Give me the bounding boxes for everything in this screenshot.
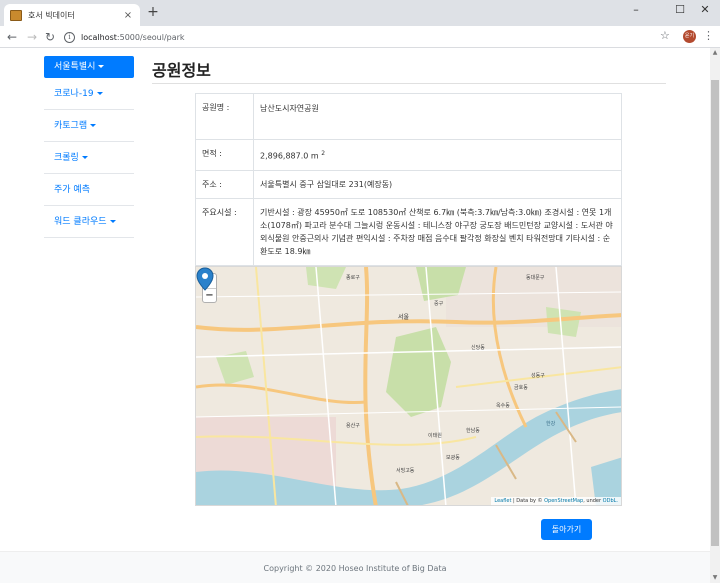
map-label: 서울 — [398, 313, 410, 321]
map-label: 중구 — [434, 301, 444, 307]
page-viewport: 서울특별시 코로나-19 카토그램 크롤링 주가 예측 워드 클라우드 공원정보… — [0, 48, 710, 583]
browser-menu-icon[interactable]: ⋮ — [703, 29, 714, 42]
sidebar-item-word-cloud[interactable]: 워드 클라우드 — [44, 206, 134, 238]
profile-avatar[interactable]: 윤기 — [683, 30, 696, 43]
sidebar-item-label: 주가 예측 — [54, 185, 90, 195]
back-arrow-icon[interactable]: ← — [4, 29, 20, 45]
caret-down-icon — [98, 65, 105, 68]
url-text[interactable]: localhost:5000/seoul/park — [81, 33, 185, 42]
address-value: 서울특별시 중구 삼일대로 231(예장동) — [253, 169, 622, 199]
scroll-thumb[interactable] — [711, 80, 719, 546]
new-tab-button[interactable]: + — [146, 5, 160, 19]
table-row: 주요시설 : 기반시설 : 광장 45950㎡ 도로 108530㎡ 산책로 6… — [195, 197, 622, 266]
sidebar-item-label: 코로나-19 — [54, 89, 94, 99]
browser-tab-strip: 호서 빅데이터 × + – ☐ ✕ — [0, 0, 720, 26]
site-info-icon[interactable]: i — [64, 31, 75, 43]
caret-down-icon — [81, 156, 88, 159]
back-button[interactable]: 돌아가기 — [541, 519, 592, 540]
facilities-value: 기반시설 : 광장 45950㎡ 도로 108530㎡ 산책로 6.7㎞ (북측… — [253, 197, 622, 266]
sidebar-item-crawling[interactable]: 크롤링 — [44, 142, 134, 174]
map-label: 한강 — [546, 420, 556, 427]
reload-icon[interactable]: ↻ — [42, 29, 58, 45]
sidebar-item-stock-prediction[interactable]: 주가 예측 — [44, 174, 134, 206]
map-label: 신당동 — [471, 344, 485, 351]
odbl-link[interactable]: ODbL. — [603, 498, 618, 504]
caret-down-icon — [109, 220, 116, 223]
osm-link[interactable]: OpenStreetMap — [544, 498, 583, 504]
map-label: 이태원 — [428, 432, 442, 439]
map-pin-icon[interactable] — [196, 267, 214, 291]
tab-close-icon[interactable]: × — [122, 10, 134, 21]
map-label: 한남동 — [466, 427, 480, 434]
forward-arrow-icon[interactable]: → — [24, 29, 40, 45]
minimize-window-button[interactable]: – — [624, 2, 648, 18]
title-divider — [152, 83, 666, 84]
sidebar-item-label: 워드 클라우드 — [54, 217, 107, 227]
park-info-table: 공원명 : 남산도시자연공원 면적 : 2,896,887.0 m 2 주소 :… — [195, 93, 622, 266]
map-label: 서빙고동 — [396, 467, 415, 474]
map-label: 성동구 — [531, 372, 545, 379]
sidebar-item-cartogram[interactable]: 카토그램 — [44, 110, 134, 142]
map-attribution: Leaflet | Data by © OpenStreetMap, under… — [491, 497, 621, 505]
map-label: 용산구 — [346, 422, 360, 429]
caret-down-icon — [96, 92, 103, 95]
scroll-up-icon[interactable]: ▲ — [710, 48, 720, 58]
page-scrollbar[interactable]: ▲ ▼ — [710, 48, 720, 583]
caret-down-icon — [90, 124, 97, 127]
maximize-window-button[interactable]: ☐ — [668, 2, 692, 18]
map-label: 종로구 — [346, 275, 360, 281]
browser-tab[interactable]: 호서 빅데이터 × — [4, 4, 140, 26]
park-name-value: 남산도시자연공원 — [253, 93, 622, 140]
close-window-button[interactable]: ✕ — [693, 2, 717, 18]
leaflet-link[interactable]: Leaflet — [494, 498, 511, 504]
address-bar[interactable]: i localhost:5000/seoul/park — [64, 28, 674, 46]
map-label: 보광동 — [446, 454, 460, 461]
site-favicon-icon — [10, 9, 22, 21]
sidebar-item-covid[interactable]: 코로나-19 — [44, 78, 134, 110]
park-name-label: 공원명 : — [195, 93, 254, 140]
sidebar-item-label: 카토그램 — [54, 121, 88, 131]
tab-title: 호서 빅데이터 — [28, 10, 75, 20]
bookmark-star-icon[interactable]: ☆ — [660, 29, 670, 42]
area-label: 면적 : — [195, 139, 254, 171]
park-map[interactable]: 서울 중구 용산구 성동구 한강 이태원 한남동 동대문구 종로구 신당동 옥수… — [195, 266, 622, 506]
sidebar: 서울특별시 코로나-19 카토그램 크롤링 주가 예측 워드 클라우드 — [44, 56, 134, 238]
table-row: 면적 : 2,896,887.0 m 2 — [195, 139, 622, 171]
table-row: 주소 : 서울특별시 중구 삼일대로 231(예장동) — [195, 169, 622, 199]
map-label: 동대문구 — [526, 274, 545, 281]
sidebar-item-label: 크롤링 — [54, 153, 79, 163]
map-tiles: 서울 중구 용산구 성동구 한강 이태원 한남동 동대문구 종로구 신당동 옥수… — [196, 267, 621, 505]
table-row: 공원명 : 남산도시자연공원 — [195, 93, 622, 140]
address-label: 주소 : — [195, 169, 254, 199]
browser-toolbar: ← → ↻ i localhost:5000/seoul/park ☆ 윤기 ⋮ — [0, 26, 720, 48]
sidebar-item-seoul[interactable]: 서울특별시 — [44, 56, 134, 78]
scroll-down-icon[interactable]: ▼ — [710, 573, 720, 583]
area-value: 2,896,887.0 m 2 — [253, 139, 622, 171]
sidebar-item-label: 서울특별시 — [54, 62, 96, 72]
map-label: 옥수동 — [496, 403, 510, 409]
footer: Copyright © 2020 Hoseo Institute of Big … — [0, 551, 710, 583]
copyright-text: Copyright © 2020 Hoseo Institute of Big … — [263, 564, 447, 573]
map-label: 금호동 — [514, 385, 528, 391]
page-title: 공원정보 — [152, 61, 211, 80]
facilities-label: 주요시설 : — [195, 197, 254, 266]
